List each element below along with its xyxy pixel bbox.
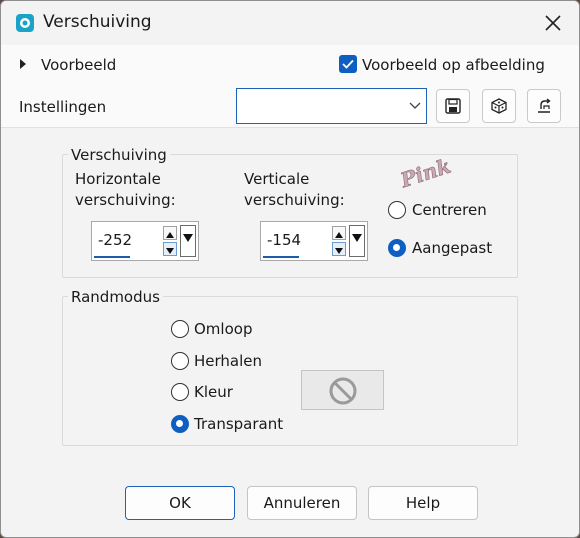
chevron-down-icon [409,102,421,109]
top-panel: Voorbeeld Voorbeeld op afbeelding Instel… [1,45,579,128]
settings-label: Instellingen [19,98,107,116]
offset-dropdown-button[interactable] [180,225,196,257]
center-radio-label: Centreren [412,201,487,219]
horizontal-offset-value[interactable]: -252 [98,231,132,249]
triangle-down-icon [183,234,193,242]
offset-dropdown-button[interactable] [349,225,365,257]
preview-on-image-checkbox[interactable] [339,55,357,73]
edge-color-radio[interactable] [171,383,189,401]
edge-repeat-label: Herhalen [194,352,263,370]
edge-mode-group [62,296,518,446]
custom-radio[interactable] [388,239,406,257]
edge-mode-group-label: Randmodus [68,288,163,306]
expand-triangle-icon[interactable] [19,59,27,69]
increment-button[interactable] [163,226,177,240]
horizontal-offset-label-line1: Horizontale [75,170,161,188]
app-icon [16,14,34,32]
vertical-offset-value[interactable]: -154 [267,231,301,249]
edge-transparent-radio[interactable] [171,415,189,433]
decrement-button[interactable] [332,242,346,256]
decrement-button[interactable] [163,242,177,256]
arrow-down-icon [335,248,343,254]
randomize-button[interactable] [482,89,516,123]
arrow-up-icon [335,232,343,238]
edge-wrap-radio[interactable] [171,320,189,338]
save-preset-button[interactable] [436,89,470,123]
arrow-down-icon [166,248,174,254]
center-radio[interactable] [388,201,406,219]
dice-icon [491,98,507,114]
triangle-down-icon [352,234,362,242]
checkmark-icon [342,59,354,69]
pink-watermark: Pink [396,153,454,189]
edge-color-label: Kleur [194,383,233,401]
settings-dropdown[interactable] [236,88,427,124]
input-underline [263,256,299,258]
custom-radio-label: Aangepast [412,239,493,257]
increment-button[interactable] [332,226,346,240]
title-bar: Verschuiving [1,1,579,45]
floppy-disk-icon [445,98,461,114]
horizontal-offset-stepper[interactable]: -252 [91,221,199,261]
close-icon[interactable] [541,11,565,35]
edge-color-swatch[interactable] [301,370,384,410]
arrow-up-icon [166,232,174,238]
offset-group-label: Verschuiving [68,146,170,164]
window-title: Verschuiving [43,12,152,32]
reset-icon [538,98,551,113]
ok-button[interactable]: OK [125,486,235,520]
preview-toggle-label[interactable]: Voorbeeld [41,56,116,74]
cancel-button[interactable]: Annuleren [247,486,357,520]
edge-repeat-radio[interactable] [171,352,189,370]
help-button[interactable]: Help [368,486,478,520]
horizontal-offset-label-line2: verschuiving: [75,191,176,209]
dialog-window: Verschuiving Voorbeeld Voorbeeld op afbe… [0,0,580,538]
edge-wrap-label: Omloop [194,320,253,338]
input-underline [94,256,130,258]
vertical-offset-stepper[interactable]: -154 [260,221,368,261]
watermark-text: Pink [397,154,454,189]
disabled-icon [329,377,357,405]
vertical-offset-label-line2: verschuiving: [244,191,345,209]
preview-on-image-label: Voorbeeld op afbeelding [362,56,545,74]
edge-transparent-label: Transparant [194,415,284,433]
vertical-offset-label-line1: Verticale [244,170,310,188]
reset-button[interactable] [527,89,561,123]
